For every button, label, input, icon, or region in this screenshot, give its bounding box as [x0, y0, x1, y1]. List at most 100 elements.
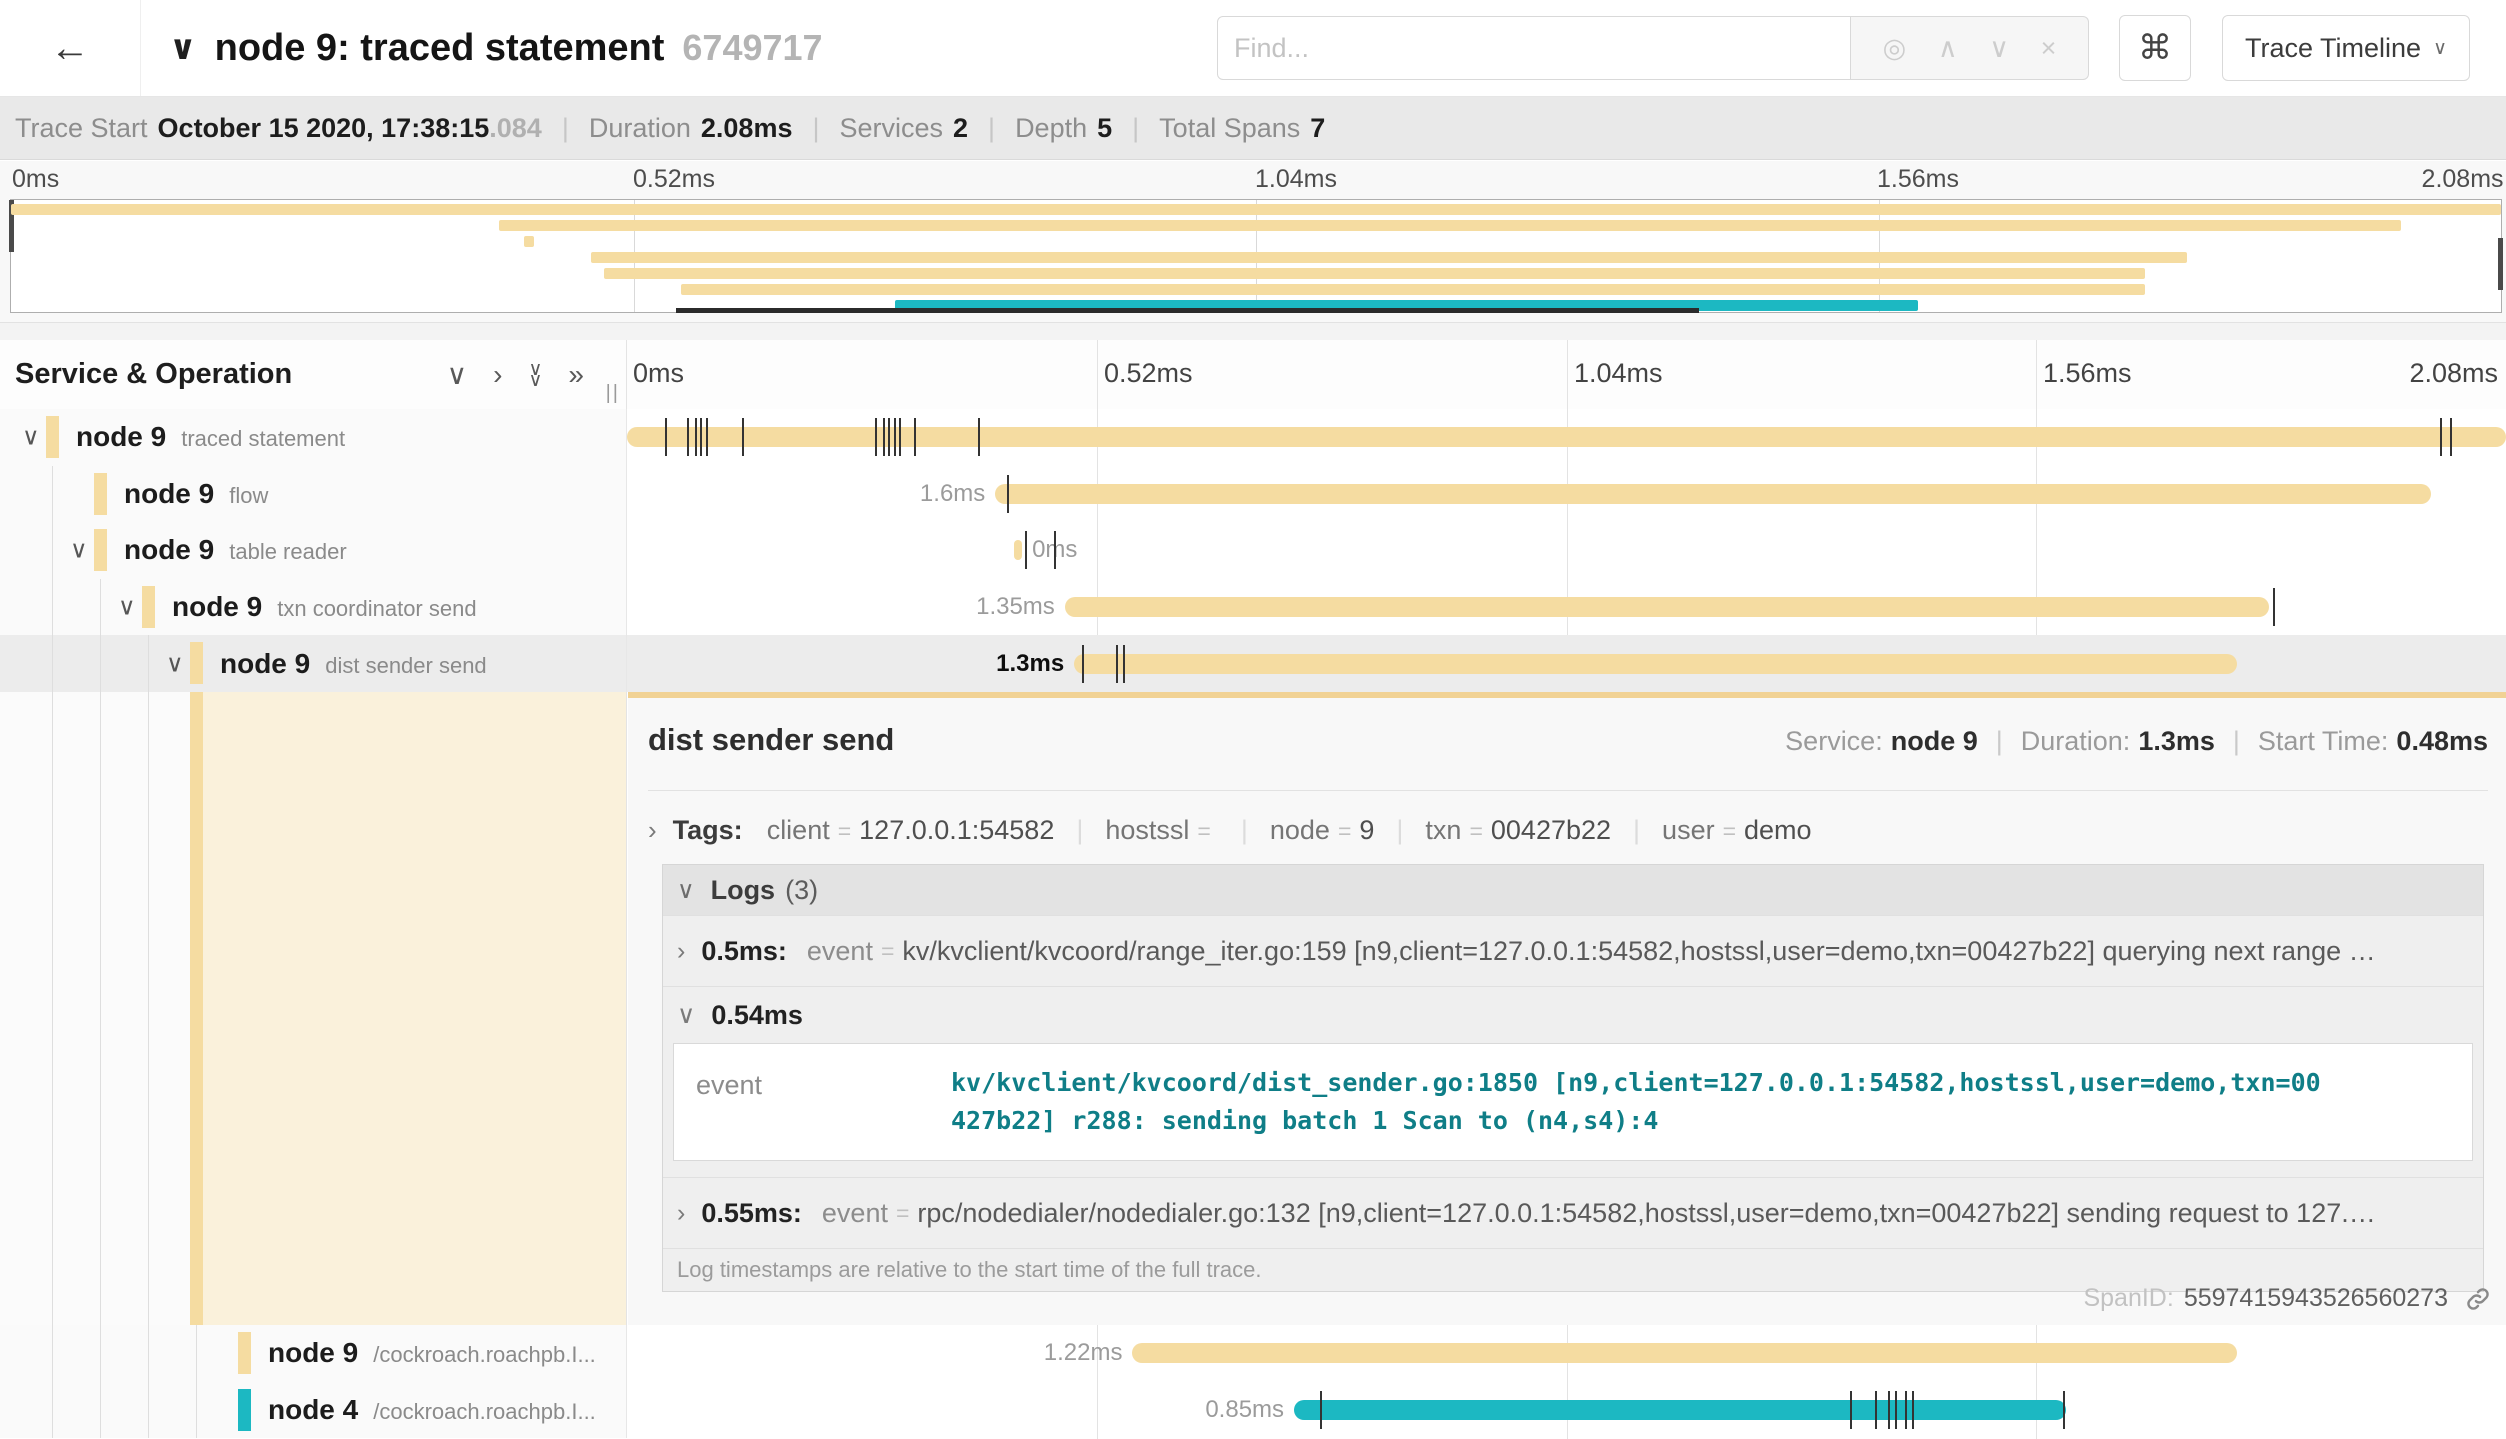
- trace-collapse-chevron-icon[interactable]: ∨: [169, 28, 197, 68]
- span-duration-label: 1.35ms: [976, 593, 1065, 621]
- span-color-bar: [238, 1389, 251, 1431]
- back-button[interactable]: ←: [0, 0, 141, 96]
- minimap-right-scrub-handle[interactable]: [2498, 238, 2503, 290]
- minimap-span-bar: [681, 284, 2145, 295]
- log-tick: [1025, 531, 1027, 569]
- log-tick: [1905, 1391, 1907, 1429]
- indent-guide: [52, 635, 53, 692]
- log-value: kv/kvclient/kvcoord/range_iter.go:159 [n…: [902, 936, 2375, 967]
- chevron-down-icon: ∨: [677, 1000, 695, 1030]
- span-operation: table reader: [229, 539, 346, 565]
- expand-all-icon[interactable]: ∨∨: [529, 364, 543, 386]
- span-row[interactable]: ∨node 9txn coordinator send 1.35ms: [0, 579, 2506, 636]
- keyboard-shortcuts-button[interactable]: ⌘: [2119, 15, 2191, 81]
- span-detail-section: dist sender send Service:node 9 Duration…: [0, 692, 2506, 1325]
- span-row-track[interactable]: 1.22ms: [627, 1325, 2506, 1382]
- span-row-label[interactable]: ∨node 9dist sender send: [0, 635, 627, 692]
- selected-span-color-bar: [190, 692, 203, 1325]
- logs-count: (3): [785, 875, 818, 906]
- span-bar[interactable]: [1294, 1400, 2066, 1420]
- span-operation: dist sender send: [325, 653, 486, 679]
- minimap-canvas[interactable]: [10, 199, 2502, 313]
- span-operation: traced statement: [181, 426, 345, 452]
- minimap-span-bar: [604, 268, 2145, 279]
- logs-header[interactable]: ∨ Logs (3): [663, 865, 2483, 915]
- span-service: node 4: [268, 1394, 358, 1426]
- chevron-down-icon: ∨: [2433, 37, 2447, 60]
- span-row[interactable]: node 4/cockroach.roachpb.I...0.85ms: [0, 1382, 2506, 1439]
- indent-guide: [52, 579, 53, 636]
- span-row-label[interactable]: ∨ node 9 table reader: [0, 522, 627, 579]
- log-tick: [687, 418, 689, 456]
- span-row-track[interactable]: 0ms: [627, 522, 2506, 579]
- span-row-track[interactable]: 1.6ms: [627, 466, 2506, 523]
- trace-minimap: 0ms 0.52ms 1.04ms 1.56ms 2.08ms: [0, 161, 2506, 322]
- span-row[interactable]: node 9/cockroach.roachpb.I... 1.22ms: [0, 1325, 2506, 1382]
- span-duration-label: 1.6ms: [920, 480, 995, 508]
- span-service: node 9: [124, 478, 214, 510]
- span-row-label[interactable]: node 4/cockroach.roachpb.I...: [0, 1382, 627, 1439]
- link-icon[interactable]: [2464, 1285, 2492, 1313]
- log-entry[interactable]: › 0.5ms: event = kv/kvclient/kvcoord/ran…: [663, 915, 2483, 986]
- span-color-bar: [46, 416, 59, 458]
- collapse-all-icon[interactable]: »: [568, 361, 584, 389]
- log-tick: [875, 418, 877, 456]
- log-tick: [978, 418, 980, 456]
- span-row-track[interactable]: 1.35ms: [627, 579, 2506, 636]
- log-tick: [665, 418, 667, 456]
- row-expand-chevron-icon[interactable]: ∨: [118, 593, 136, 622]
- find-input[interactable]: [1217, 16, 1851, 80]
- span-row-label[interactable]: ∨node 9traced statement: [0, 409, 627, 466]
- span-row-label[interactable]: ∨node 9txn coordinator send: [0, 579, 627, 636]
- row-expand-chevron-icon[interactable]: ∨: [166, 649, 184, 678]
- span-bar[interactable]: [1065, 597, 2269, 617]
- span-bar[interactable]: [627, 427, 2506, 447]
- tag-client: client=127.0.0.1:54582: [767, 815, 1106, 846]
- chevron-right-icon: ›: [677, 937, 685, 966]
- row-expand-chevron-icon[interactable]: ∨: [22, 423, 40, 452]
- span-bar[interactable]: [1132, 1343, 2237, 1363]
- clear-search-icon[interactable]: ×: [2041, 35, 2057, 62]
- prev-match-icon[interactable]: ∧: [1938, 35, 1958, 62]
- span-service: node 9: [124, 534, 214, 566]
- span-row-track[interactable]: [627, 409, 2506, 466]
- span-row-track[interactable]: 1.3ms: [627, 635, 2506, 692]
- service-operation-title: Service & Operation: [15, 358, 292, 391]
- log-entry-expanded-header[interactable]: ∨ 0.54ms: [663, 987, 2483, 1043]
- next-match-icon[interactable]: ∨: [1989, 35, 2009, 62]
- log-key: event: [674, 1044, 951, 1160]
- indent-guide: [196, 1325, 197, 1382]
- span-row-label[interactable]: node 9/cockroach.roachpb.I...: [0, 1325, 627, 1382]
- divider: [648, 790, 2488, 791]
- log-tick: [2440, 418, 2442, 456]
- span-bar[interactable]: [1074, 654, 2237, 674]
- locate-icon[interactable]: ◎: [1883, 35, 1907, 62]
- span-duration-label: 1.22ms: [1044, 1339, 1133, 1367]
- span-row[interactable]: ∨node 9traced statement: [0, 409, 2506, 466]
- column-resize-handle[interactable]: ||: [606, 382, 620, 405]
- span-row[interactable]: node 9flow 1.6ms: [0, 466, 2506, 523]
- span-row[interactable]: ∨ node 9 table reader 0ms: [0, 522, 2506, 579]
- span-row[interactable]: ∨node 9dist sender send1.3ms: [0, 635, 2506, 692]
- log-entry[interactable]: › 0.55ms: event = rpc/nodedialer/nodedia…: [663, 1177, 2483, 1248]
- span-row-track[interactable]: 0.85ms: [627, 1382, 2506, 1439]
- span-bar[interactable]: [995, 484, 2431, 504]
- span-rows-bottom: node 9/cockroach.roachpb.I... 1.22ms node…: [0, 1325, 2506, 1439]
- span-row-label[interactable]: node 9flow: [0, 466, 627, 523]
- row-expand-chevron-icon[interactable]: ∨: [70, 536, 88, 565]
- indent-guide: [52, 692, 53, 1325]
- indent-guide: [148, 692, 149, 1325]
- log-key: event: [822, 1198, 888, 1229]
- axis-tick-label: 1.56ms: [2043, 358, 2132, 389]
- expand-one-level-icon[interactable]: ∨: [447, 361, 468, 389]
- span-color-bar: [190, 642, 203, 684]
- log-tick: [1875, 1391, 1877, 1429]
- chevron-right-icon: ›: [677, 1199, 685, 1228]
- trace-id-short: 6749717: [682, 27, 822, 69]
- indent-guide: [196, 1382, 197, 1439]
- tags-row[interactable]: › Tags: client=127.0.0.1:54582 hostssl= …: [648, 804, 2488, 856]
- collapse-one-level-icon[interactable]: ›: [493, 361, 502, 389]
- span-bar[interactable]: [1014, 540, 1022, 560]
- trace-view-selector[interactable]: Trace Timeline ∨: [2222, 15, 2470, 81]
- tag-txn: txn=00427b22: [1425, 815, 1662, 846]
